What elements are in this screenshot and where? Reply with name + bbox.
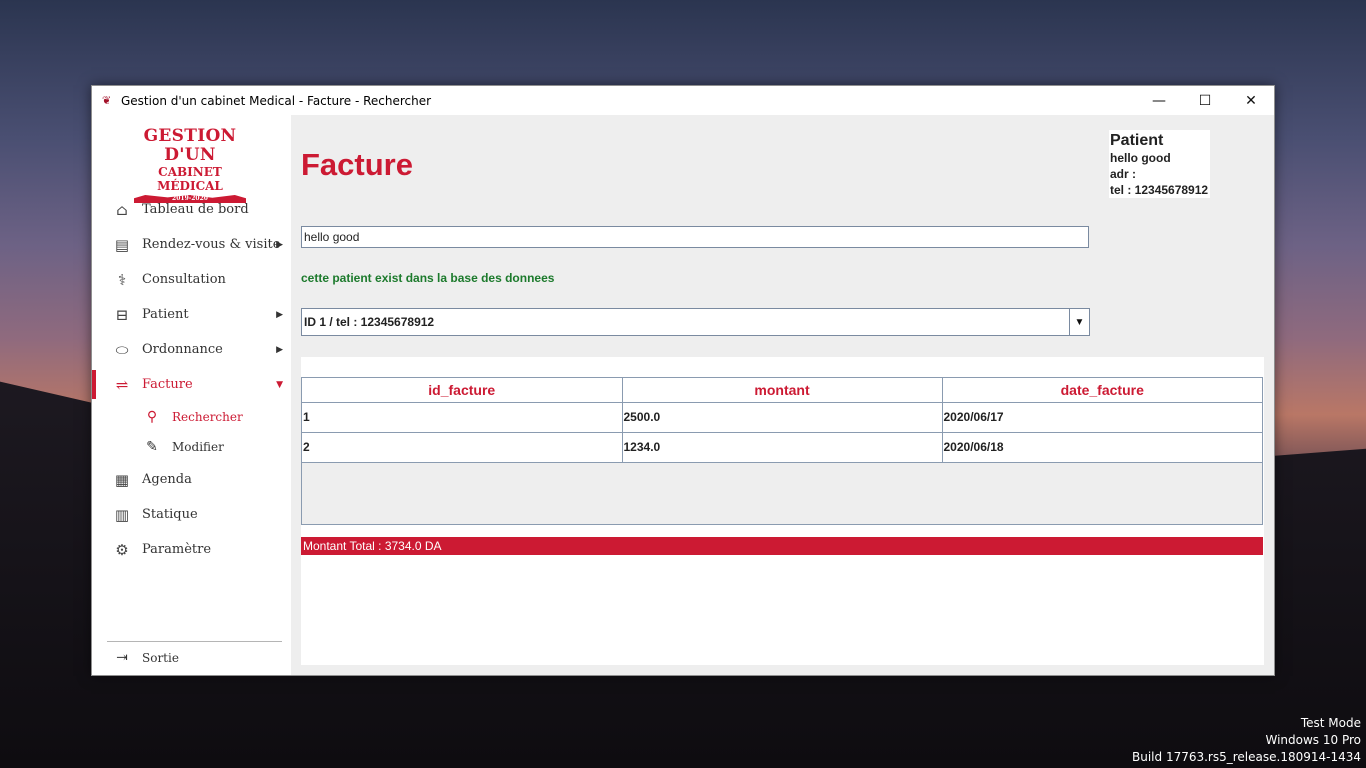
app-icon: ❦ bbox=[102, 94, 112, 107]
sidebar: GESTION D'UN CABINET MÉDICAL 2019-2020 ⌂… bbox=[92, 115, 291, 675]
calendar-icon: ▦ bbox=[114, 470, 130, 489]
sidebar-divider bbox=[107, 641, 282, 642]
cell-id-facture: 2 bbox=[302, 431, 623, 463]
cell-montant: 2500.0 bbox=[621, 401, 943, 433]
pill-icon: ⬭ bbox=[115, 340, 129, 359]
sidebar-item-label: Statique bbox=[142, 507, 198, 522]
bar-chart-icon: ▥ bbox=[114, 505, 130, 524]
home-icon: ⌂ bbox=[116, 200, 128, 219]
cell-id-facture: 1 bbox=[302, 401, 623, 433]
patient-card: Patient hello good adr : tel : 123456789… bbox=[1109, 130, 1210, 198]
column-header-montant[interactable]: montant bbox=[621, 378, 943, 403]
pencil-icon: ✎ bbox=[146, 439, 158, 455]
chevron-right-icon: ▶ bbox=[276, 309, 283, 320]
sidebar-subitem-label: Rechercher bbox=[172, 410, 243, 424]
patient-search-input[interactable]: hello good bbox=[301, 226, 1089, 248]
sidebar-item-parametre[interactable]: ⚙ Paramètre bbox=[92, 532, 291, 567]
sidebar-subitem-modifier[interactable]: ✎ Modifier bbox=[92, 432, 291, 462]
sidebar-item-rendez-vous[interactable]: ▤ Rendez-vous & visite ▶ bbox=[92, 227, 291, 262]
status-message: cette patient exist dans la base des don… bbox=[301, 271, 555, 285]
title-bar[interactable]: ❦ Gestion d'un cabinet Medical - Facture… bbox=[92, 86, 1274, 115]
sidebar-item-label: Patient bbox=[142, 307, 189, 322]
logout-icon: ⇥ bbox=[116, 650, 128, 666]
total-amount-bar: Montant Total : 3734.0 DA bbox=[301, 537, 1263, 555]
sidebar-item-statique[interactable]: ▥ Statique bbox=[92, 497, 291, 532]
cell-montant: 1234.0 bbox=[621, 431, 943, 463]
window-title: Gestion d'un cabinet Medical - Facture -… bbox=[121, 93, 432, 108]
patient-select[interactable]: ID 1 / tel : 12345678912 ▼ bbox=[301, 308, 1090, 336]
minimize-button[interactable]: — bbox=[1136, 86, 1182, 115]
table-row[interactable]: 2 1234.0 2020/06/18 bbox=[302, 431, 1262, 463]
page-title: Facture bbox=[301, 147, 413, 182]
chevron-right-icon: ▶ bbox=[276, 344, 283, 355]
sidebar-item-label: Consultation bbox=[142, 272, 226, 287]
watermark-line-3: Build 17763.rs5_release.180914-1434 bbox=[1132, 750, 1361, 764]
sidebar-item-label: Tableau de bord bbox=[142, 202, 249, 217]
sidebar-item-facture[interactable]: ⇌ Facture ▼ bbox=[92, 367, 291, 402]
sidebar-menu: ⌂ Tableau de bord ▤ Rendez-vous & visite… bbox=[92, 192, 291, 567]
sidebar-item-label: Agenda bbox=[142, 472, 192, 487]
facture-table: id_facture montant date_facture 1 2500.0… bbox=[302, 378, 1262, 463]
table-header-row: id_facture montant date_facture bbox=[302, 378, 1262, 403]
table-row[interactable]: 1 2500.0 2020/06/17 bbox=[302, 401, 1262, 433]
patient-select-value: ID 1 / tel : 12345678912 bbox=[304, 315, 435, 329]
patient-name: hello good bbox=[1110, 151, 1171, 165]
money-icon: ⇌ bbox=[115, 375, 129, 394]
logo-line-2: CABINET MÉDICAL bbox=[157, 165, 223, 193]
main-content: Facture Patient hello good adr : tel : 1… bbox=[291, 115, 1274, 675]
column-header-id-facture[interactable]: id_facture bbox=[302, 378, 623, 403]
app-window: ❦ Gestion d'un cabinet Medical - Facture… bbox=[91, 85, 1275, 676]
sidebar-item-label: Ordonnance bbox=[142, 342, 223, 357]
chevron-right-icon: ▶ bbox=[276, 239, 283, 250]
logo-line-1: GESTION D'UN bbox=[143, 126, 237, 165]
sidebar-item-label: Facture bbox=[142, 377, 193, 392]
windows-watermark: Test Mode Windows 10 Pro Build 17763.rs5… bbox=[1132, 715, 1361, 766]
sortie-button[interactable]: ⇥ Sortie bbox=[112, 646, 179, 670]
close-button[interactable]: ✕ bbox=[1228, 86, 1274, 115]
sidebar-item-consultation[interactable]: ⚕ Consultation bbox=[92, 262, 291, 297]
sortie-label: Sortie bbox=[142, 651, 179, 665]
sidebar-item-label: Rendez-vous & visite bbox=[142, 237, 281, 252]
column-header-date-facture[interactable]: date_facture bbox=[941, 378, 1262, 403]
bed-icon: ⊟ bbox=[115, 305, 129, 324]
sidebar-item-patient[interactable]: ⊟ Patient ▶ bbox=[92, 297, 291, 332]
dropdown-arrow-icon[interactable]: ▼ bbox=[1069, 309, 1089, 335]
watermark-line-1: Test Mode bbox=[1300, 716, 1361, 730]
cell-date-facture: 2020/06/17 bbox=[941, 401, 1262, 433]
search-icon: ⚲ bbox=[146, 409, 158, 425]
gear-icon: ⚙ bbox=[115, 540, 129, 559]
patient-phone: tel : 12345678912 bbox=[1110, 183, 1209, 197]
facture-table-container[interactable]: id_facture montant date_facture 1 2500.0… bbox=[301, 377, 1263, 525]
sidebar-item-ordonnance[interactable]: ⬭ Ordonnance ▶ bbox=[92, 332, 291, 367]
facture-panel: id_facture montant date_facture 1 2500.0… bbox=[301, 357, 1264, 665]
sidebar-subitem-rechercher[interactable]: ⚲ Rechercher bbox=[92, 402, 291, 432]
cell-date-facture: 2020/06/18 bbox=[941, 431, 1262, 463]
chevron-down-icon: ▼ bbox=[276, 379, 283, 390]
sidebar-item-agenda[interactable]: ▦ Agenda bbox=[92, 462, 291, 497]
maximize-button[interactable]: ☐ bbox=[1182, 86, 1228, 115]
patient-address: adr : bbox=[1110, 167, 1137, 181]
sidebar-subitem-label: Modifier bbox=[172, 440, 224, 454]
stethoscope-icon: ⚕ bbox=[117, 270, 127, 289]
watermark-line-2: Windows 10 Pro bbox=[1265, 733, 1361, 747]
sidebar-item-label: Paramètre bbox=[142, 542, 212, 557]
sidebar-item-tableau-de-bord[interactable]: ⌂ Tableau de bord bbox=[92, 192, 291, 227]
patient-card-title: Patient bbox=[1110, 132, 1164, 149]
document-icon: ▤ bbox=[114, 235, 130, 254]
